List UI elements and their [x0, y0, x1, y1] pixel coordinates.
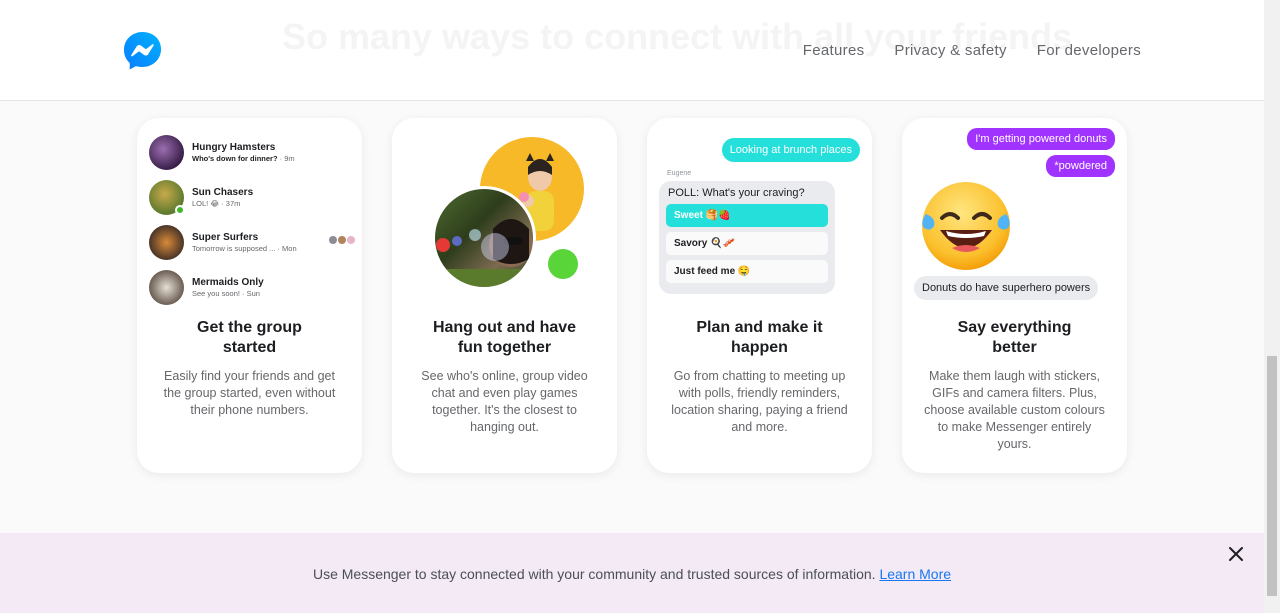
chat-name: Mermaids Only — [192, 276, 264, 288]
card-say-better: I'm getting powered donuts *powdered Don… — [902, 118, 1127, 473]
scrollbar-thumb[interactable] — [1267, 356, 1277, 596]
chat-item: Mermaids Only See you soon! · Sun — [149, 265, 355, 310]
chat-time: · Mon — [275, 243, 297, 253]
card-title: Hang out and have fun together — [432, 319, 577, 356]
seen-avatars — [328, 236, 355, 244]
nav-for-developers[interactable]: For developers — [1037, 42, 1141, 59]
site-header: So many ways to connect with all your fr… — [0, 0, 1264, 101]
chat-item: Super Surfers Tomorrow is supposed ... ·… — [149, 220, 355, 265]
chat-name: Super Surfers — [192, 231, 259, 243]
chat-time: · 37m — [219, 198, 241, 208]
info-banner: Use Messenger to stay connected with you… — [0, 533, 1264, 613]
banner-message: Use Messenger to stay connected with you… — [312, 566, 880, 582]
page-scrollbar[interactable] — [1264, 0, 1280, 613]
chat-item: Sun Chasers LOL! 😂 · 37m — [149, 175, 355, 220]
nav-features[interactable]: Features — [803, 42, 865, 59]
avatar — [149, 270, 184, 305]
chat-time: · 9m — [277, 153, 295, 163]
card-plan: Looking at brunch places Eugene POLL: Wh… — [647, 118, 872, 473]
poll-sender: Eugene — [667, 170, 692, 177]
online-indicator — [548, 249, 578, 279]
nav-privacy-safety[interactable]: Privacy & safety — [894, 42, 1006, 59]
avatar — [149, 225, 184, 260]
close-icon[interactable] — [1228, 546, 1244, 562]
messenger-logo-icon[interactable] — [123, 31, 162, 70]
card-description: See who's online, group video chat and e… — [421, 369, 588, 434]
top-nav: Features Privacy & safety For developers — [803, 42, 1141, 59]
card-title: Say everything better — [957, 319, 1072, 356]
poll-option[interactable]: Just feed me 🤤 — [666, 260, 828, 283]
card-title: Plan and make it happen — [696, 319, 823, 356]
card-group-started: Hungry Hamsters Who's down for dinner? ·… — [137, 118, 362, 473]
chat-time: · Sun — [239, 288, 260, 298]
poll-question: POLL: What's your craving? — [668, 187, 805, 199]
avatar — [149, 135, 184, 170]
online-indicator — [175, 205, 185, 215]
chat-preview: LOL! 😂 — [192, 198, 220, 208]
chat-name: Sun Chasers — [192, 186, 254, 198]
card-description: Make them laugh with stickers, GIFs and … — [924, 369, 1105, 451]
chat-preview: See you soon! — [192, 288, 240, 298]
card-description: Easily find your friends and get the gro… — [163, 369, 336, 417]
feature-cards: Hungry Hamsters Who's down for dinner? ·… — [137, 118, 1127, 473]
chat-list: Hungry Hamsters Who's down for dinner? ·… — [149, 130, 355, 310]
card-description: Go from chatting to meeting up with poll… — [671, 369, 848, 434]
poll-option[interactable]: Sweet 🥞🍓 — [666, 204, 828, 227]
message-bubble: Donuts do have superhero powers — [914, 276, 1099, 300]
chat-item: Hungry Hamsters Who's down for dinner? ·… — [149, 130, 355, 175]
video-tile-photo — [432, 186, 536, 290]
chat-name: Hungry Hamsters — [192, 141, 276, 153]
laughing-emoji-icon — [922, 182, 1010, 270]
avatar — [149, 180, 185, 215]
chat-preview: Tomorrow is supposed ... — [192, 243, 276, 253]
message-bubble: Looking at brunch places — [721, 138, 860, 162]
learn-more-link[interactable]: Learn More — [879, 566, 951, 582]
card-title: Get the group started — [197, 319, 302, 356]
message-bubble: *powdered — [1046, 155, 1115, 177]
chat-preview: Who's down for dinner? — [192, 153, 278, 163]
message-bubble: I'm getting powered donuts — [967, 128, 1115, 150]
poll-option[interactable]: Savory 🍳🥓 — [666, 232, 828, 255]
poll-card: POLL: What's your craving? Sweet 🥞🍓 Savo… — [659, 181, 835, 294]
card-hang-out: Hang out and have fun together See who's… — [392, 118, 617, 473]
banner-text: Use Messenger to stay connected with you… — [0, 566, 1264, 582]
